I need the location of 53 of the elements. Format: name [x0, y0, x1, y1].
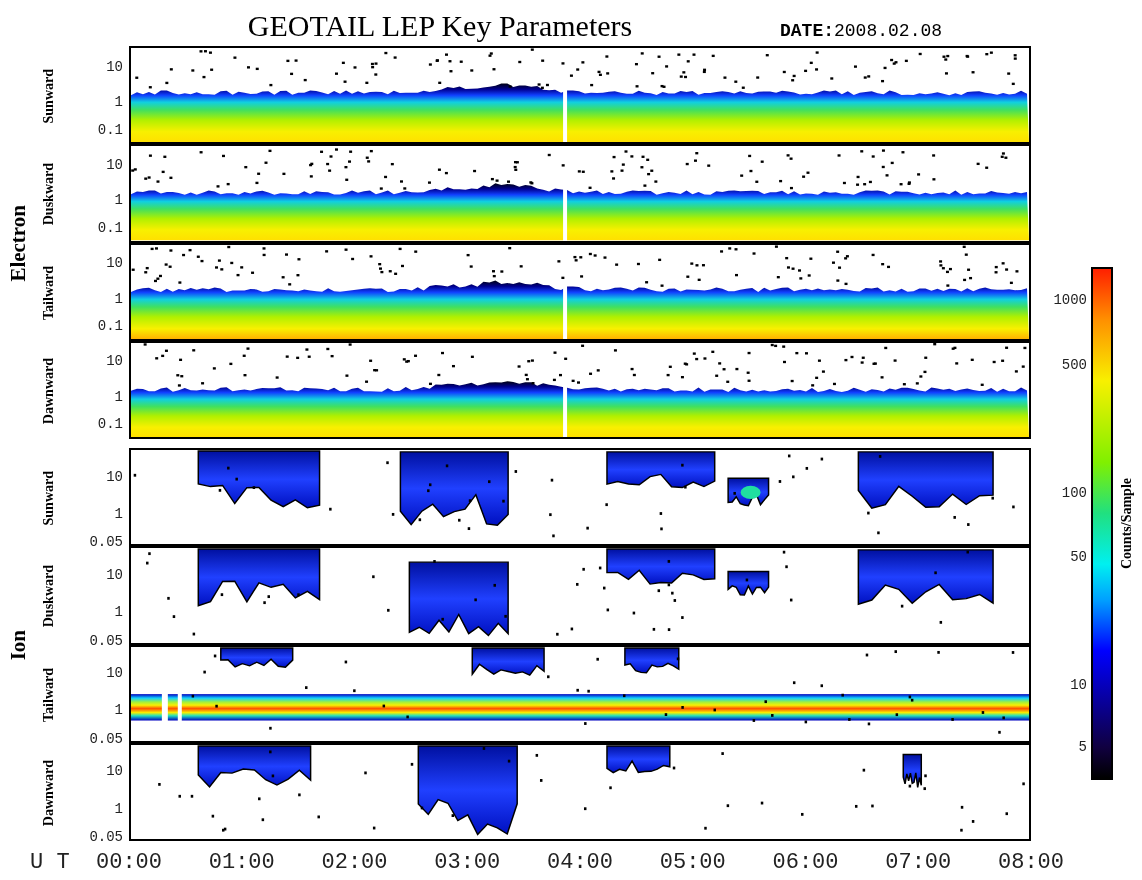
y-tick-label: 10: [106, 567, 123, 583]
colorbar-label: Counts/Sample: [1119, 478, 1135, 569]
x-tick-label: 01:00: [208, 849, 275, 875]
colorbar-tick-label: 50: [1070, 549, 1087, 565]
y-tick-label: 1: [114, 604, 123, 620]
x-tick-label: 03:00: [434, 849, 501, 875]
y-tick-label: 10: [106, 255, 123, 271]
date-label: DATE:: [780, 20, 834, 43]
y-tick-label: 10: [106, 157, 123, 173]
y-tick-label: 10: [106, 665, 123, 681]
panel-label: Dawnward: [41, 759, 57, 826]
panel-label: Tailward: [41, 667, 57, 722]
panel-label: Sunward: [41, 68, 57, 124]
colorbar-tick-label: 10: [1070, 677, 1087, 693]
y-tick-label: 0.1: [97, 122, 123, 137]
colorbar-tick-label: 5: [1078, 739, 1087, 755]
y-tick-label: 0.05: [89, 534, 123, 550]
y-tick-label: 1: [114, 94, 123, 110]
date-value: 2008.02.08: [834, 20, 943, 43]
x-tick-label: 02:00: [321, 849, 388, 875]
y-tick-label: 1: [114, 702, 123, 718]
x-tick-label: 04:00: [547, 849, 613, 875]
y-tick-label: 1: [114, 192, 123, 208]
x-tick-label: 00:00: [96, 849, 162, 875]
panel-label: Dawnward: [41, 357, 57, 424]
x-tick-label: 07:00: [885, 849, 952, 875]
x-tick-label: 05:00: [659, 849, 726, 875]
y-tick-label: 10: [106, 353, 123, 369]
panel-label: Duskward: [41, 565, 57, 628]
y-tick-label: 0.05: [89, 633, 123, 649]
panel-label: Tailward: [41, 265, 57, 320]
panel-label: Duskward: [41, 163, 57, 226]
group-label: Electron: [5, 205, 31, 282]
y-tick-label: 0.05: [89, 731, 123, 747]
y-tick-label: 0.1: [97, 220, 123, 236]
x-tick-label: 08:00: [998, 849, 1064, 875]
y-tick-label: 1: [114, 506, 123, 522]
colorbar-tick-label: 1000: [1053, 292, 1087, 308]
x-tick-label: 06:00: [772, 849, 839, 875]
y-tick-label: 1: [114, 291, 123, 306]
colorbar-tick-label: 100: [1061, 485, 1087, 501]
y-tick-label: 10: [106, 59, 123, 75]
colorbar-tick-label: 500: [1061, 357, 1087, 373]
y-tick-label: 1: [114, 801, 123, 817]
y-tick-label: 1: [114, 389, 123, 405]
panel-label: Sunward: [41, 470, 57, 526]
plot-title: GEOTAIL LEP Key Parameters: [246, 9, 634, 43]
y-tick-label: 0.1: [97, 416, 123, 432]
y-tick-label: 0.05: [89, 829, 123, 845]
y-tick-label: 0.1: [97, 318, 123, 334]
group-label: Ion: [5, 630, 31, 661]
y-tick-label: 10: [106, 763, 123, 779]
y-tick-label: 10: [106, 469, 123, 484]
